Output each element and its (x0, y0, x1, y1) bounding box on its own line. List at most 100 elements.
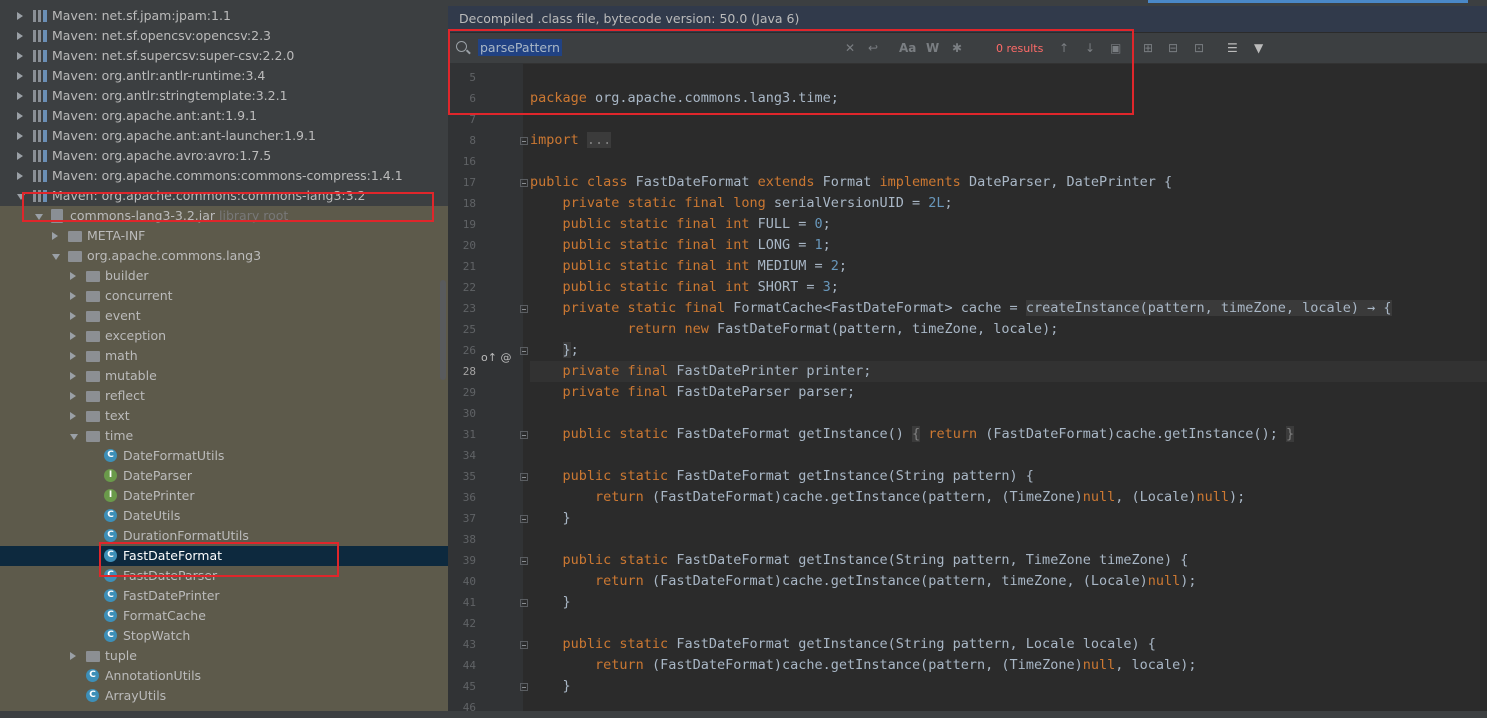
code-line[interactable]: public static final int LONG = 1; (530, 235, 831, 256)
tree-item[interactable]: builder (0, 266, 448, 286)
override-marker-icon[interactable]: o↑ @ (481, 351, 511, 364)
collapsed-arrow-icon[interactable] (17, 12, 23, 20)
code-line[interactable]: import ... (530, 130, 612, 151)
code-line[interactable]: private final FastDateParser parser; (530, 382, 856, 403)
tree-item[interactable]: Maven: net.sf.jpam:jpam:1.1 (0, 6, 448, 26)
tree-item[interactable]: text (0, 406, 448, 426)
package-icon (86, 351, 100, 362)
code-area[interactable]: package org.apache.commons.lang3.time; im… (530, 63, 1487, 718)
collapsed-arrow-icon[interactable] (17, 132, 23, 140)
fold-icon[interactable] (520, 305, 528, 313)
tree-item[interactable]: Maven: org.apache.ant:ant-launcher:1.9.1 (0, 126, 448, 146)
tree-item[interactable]: Maven: net.sf.supercsv:super-csv:2.2.0 (0, 46, 448, 66)
library-icon (33, 30, 47, 42)
tree-item[interactable]: Maven: org.antlr:antlr-runtime:3.4 (0, 66, 448, 86)
tree-item[interactable]: I DateParser (0, 466, 448, 486)
collapsed-arrow-icon[interactable] (17, 152, 23, 160)
tree-item[interactable]: reflect (0, 386, 448, 406)
tree-item[interactable]: event (0, 306, 448, 326)
collapsed-arrow-icon[interactable] (70, 412, 76, 420)
fold-icon[interactable] (520, 137, 528, 145)
remove-selection-icon[interactable]: ⊟ (1168, 40, 1178, 56)
code-line[interactable]: } (530, 508, 571, 529)
code-line[interactable]: public static final int MEDIUM = 2; (530, 256, 848, 277)
tree-item[interactable]: concurrent (0, 286, 448, 306)
tree-item[interactable]: mutable (0, 366, 448, 386)
code-line[interactable]: return (FastDateFormat)cache.getInstance… (530, 655, 1196, 676)
collapsed-arrow-icon[interactable] (17, 172, 23, 180)
tree-item[interactable]: tuple (0, 646, 448, 666)
fold-icon[interactable] (520, 683, 528, 691)
code-line[interactable]: } (530, 592, 571, 613)
collapsed-arrow-icon[interactable] (17, 52, 23, 60)
tree-item[interactable]: time (0, 426, 448, 446)
filter-icon[interactable]: ▼ (1254, 40, 1263, 56)
collapsed-arrow-icon[interactable] (70, 332, 76, 340)
tree-item[interactable]: Maven: net.sf.opencsv:opencsv:2.3 (0, 26, 448, 46)
collapsed-arrow-icon[interactable] (70, 352, 76, 360)
collapsed-arrow-icon[interactable] (17, 72, 23, 80)
tree-scrollbar[interactable] (440, 280, 446, 380)
select-all-icon[interactable]: ⊡ (1194, 40, 1204, 56)
collapsed-arrow-icon[interactable] (70, 292, 76, 300)
tree-item[interactable]: C FormatCache (0, 606, 448, 626)
fold-icon[interactable] (520, 599, 528, 607)
tree-item[interactable]: exception (0, 326, 448, 346)
fold-icon[interactable] (520, 515, 528, 523)
collapsed-arrow-icon[interactable] (70, 652, 76, 660)
code-line[interactable]: public static final int SHORT = 3; (530, 277, 839, 298)
tree-item[interactable]: C StopWatch (0, 626, 448, 646)
code-line[interactable]: private final FastDatePrinter printer; (530, 361, 1487, 382)
library-icon (33, 50, 47, 62)
code-line[interactable]: public static FastDateFormat getInstance… (530, 424, 1295, 445)
add-selection-icon[interactable]: ⊞ (1143, 40, 1153, 56)
code-line[interactable]: return new FastDateFormat(pattern, timeZ… (530, 319, 1059, 340)
collapsed-arrow-icon[interactable] (70, 372, 76, 380)
tree-item[interactable]: META-INF (0, 226, 448, 246)
collapsed-arrow-icon[interactable] (70, 312, 76, 320)
code-line[interactable]: return (FastDateFormat)cache.getInstance… (530, 487, 1245, 508)
code-line[interactable]: public static FastDateFormat getInstance… (530, 634, 1156, 655)
collapsed-arrow-icon[interactable] (70, 272, 76, 280)
expanded-arrow-icon[interactable] (52, 254, 60, 260)
code-line[interactable]: return (FastDateFormat)cache.getInstance… (530, 571, 1196, 592)
line-number: 26 (462, 344, 476, 357)
tree-item[interactable]: Maven: org.apache.avro:avro:1.7.5 (0, 146, 448, 166)
expanded-arrow-icon[interactable] (70, 434, 78, 440)
code-line[interactable]: } (530, 676, 571, 697)
code-line[interactable]: private static final long serialVersionU… (530, 193, 953, 214)
tree-item[interactable]: org.apache.commons.lang3 (0, 246, 448, 266)
collapsed-arrow-icon[interactable] (17, 92, 23, 100)
project-tree: Maven: net.sf.jpam:jpam:1.1 Maven: net.sf… (0, 0, 448, 718)
collapsed-arrow-icon[interactable] (17, 32, 23, 40)
tree-item[interactable]: Maven: org.apache.ant:ant:1.9.1 (0, 106, 448, 126)
tree-item[interactable]: math (0, 346, 448, 366)
tree-item[interactable]: Maven: org.antlr:stringtemplate:3.2.1 (0, 86, 448, 106)
collapsed-arrow-icon[interactable] (17, 112, 23, 120)
code-line[interactable]: private static final FormatCache<FastDat… (530, 298, 1392, 319)
collapsed-arrow-icon[interactable] (70, 392, 76, 400)
library-icon (33, 90, 47, 102)
fold-icon[interactable] (520, 179, 528, 187)
line-number: 39 (462, 554, 476, 567)
code-line[interactable]: public static FastDateFormat getInstance… (530, 466, 1034, 487)
fold-icon[interactable] (520, 347, 528, 355)
fold-icon[interactable] (520, 557, 528, 565)
code-line[interactable]: public class FastDateFormat extends Form… (530, 172, 1172, 193)
code-line[interactable]: public static FastDateFormat getInstance… (530, 550, 1189, 571)
fold-icon[interactable] (520, 431, 528, 439)
tree-item[interactable]: Maven: org.apache.commons:commons-compre… (0, 166, 448, 186)
multiline-icon[interactable]: ☰ (1227, 40, 1238, 56)
fold-icon[interactable] (520, 473, 528, 481)
fold-icon[interactable] (520, 641, 528, 649)
collapsed-arrow-icon[interactable] (52, 232, 58, 240)
tree-item[interactable]: C DateUtils (0, 506, 448, 526)
horizontal-scrollbar[interactable] (0, 711, 1487, 718)
tree-item[interactable]: C FastDatePrinter (0, 586, 448, 606)
code-line[interactable]: }; (530, 340, 579, 361)
tree-item[interactable]: C ArrayUtils (0, 686, 448, 706)
code-line[interactable]: public static final int FULL = 0; (530, 214, 831, 235)
tree-item[interactable]: C DateFormatUtils (0, 446, 448, 466)
tree-item[interactable]: I DatePrinter (0, 486, 448, 506)
tree-item[interactable]: C AnnotationUtils (0, 666, 448, 686)
